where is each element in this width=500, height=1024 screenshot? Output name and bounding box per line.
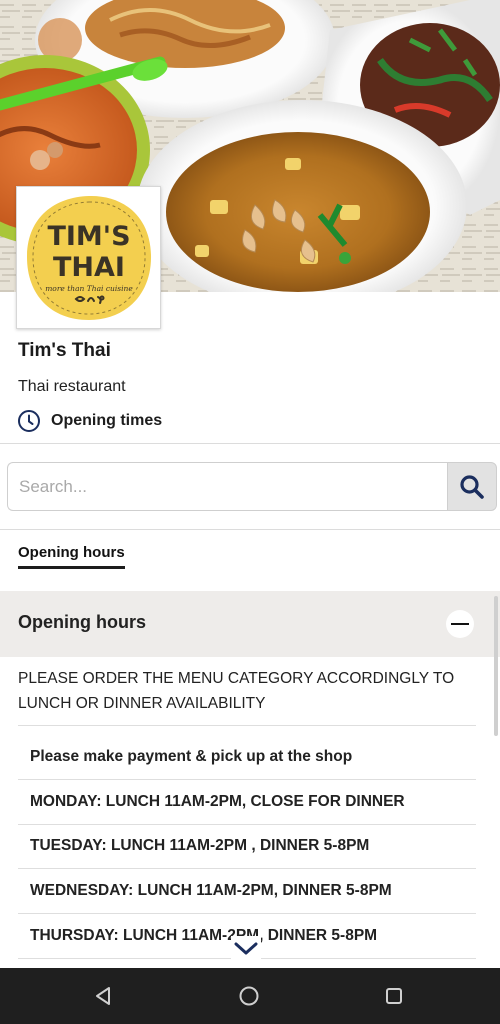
divider xyxy=(0,443,500,444)
opening-times-link[interactable]: Opening times xyxy=(17,409,162,433)
tab-label: Opening hours xyxy=(18,544,125,561)
scrollbar[interactable] xyxy=(494,596,498,736)
list-item: WEDNESDAY: LUNCH 11AM-2PM, DINNER 5-8PM xyxy=(18,869,476,915)
home-circle-icon xyxy=(239,986,259,1006)
list-item: MONDAY: LUNCH 11AM-2PM, CLOSE FOR DINNER xyxy=(18,780,476,825)
opening-times-label: Opening times xyxy=(51,412,163,429)
opening-hours-list: Please make payment & pick up at the sho… xyxy=(18,735,476,959)
ordering-note: PLEASE ORDER THE MENU CATEGORY ACCORDING… xyxy=(18,670,455,712)
divider xyxy=(0,529,500,530)
restaurant-logo: TIM'S THAI more than Thai cuisine xyxy=(16,186,161,329)
list-item: Please make payment & pick up at the sho… xyxy=(18,735,476,780)
opening-hours-accordion-header[interactable]: Opening hours xyxy=(0,591,500,657)
chevron-down-icon xyxy=(234,942,258,955)
minus-icon xyxy=(451,622,469,626)
list-item: TUESDAY: LUNCH 11AM-2PM , DINNER 5-8PM xyxy=(18,825,476,870)
restaurant-category: Thai restaurant xyxy=(18,378,126,395)
system-navigation-bar xyxy=(0,968,500,1024)
restaurant-name: Tim's Thai xyxy=(18,340,111,361)
menu-search xyxy=(7,462,497,511)
home-button[interactable] xyxy=(235,982,263,1010)
accordion-title: Opening hours xyxy=(18,612,146,632)
scroll-down-button[interactable] xyxy=(231,936,261,962)
divider xyxy=(18,725,476,726)
collapse-button[interactable] xyxy=(446,610,474,638)
logo-line2: THAI xyxy=(53,252,125,283)
recent-apps-button[interactable] xyxy=(380,982,408,1010)
tab-opening-hours[interactable]: Opening hours xyxy=(18,544,125,569)
tab-active-indicator xyxy=(18,566,125,569)
clock-icon xyxy=(18,410,40,432)
search-input[interactable] xyxy=(7,462,448,511)
logo-badge: TIM'S THAI more than Thai cuisine xyxy=(27,195,152,320)
back-button[interactable] xyxy=(89,982,117,1010)
back-triangle-icon xyxy=(96,987,110,1005)
search-button[interactable] xyxy=(447,462,497,511)
logo-line1: TIM'S xyxy=(47,221,130,252)
search-icon xyxy=(460,474,484,499)
recent-apps-icon xyxy=(386,988,402,1004)
logo-tagline: more than Thai cuisine xyxy=(45,284,133,293)
